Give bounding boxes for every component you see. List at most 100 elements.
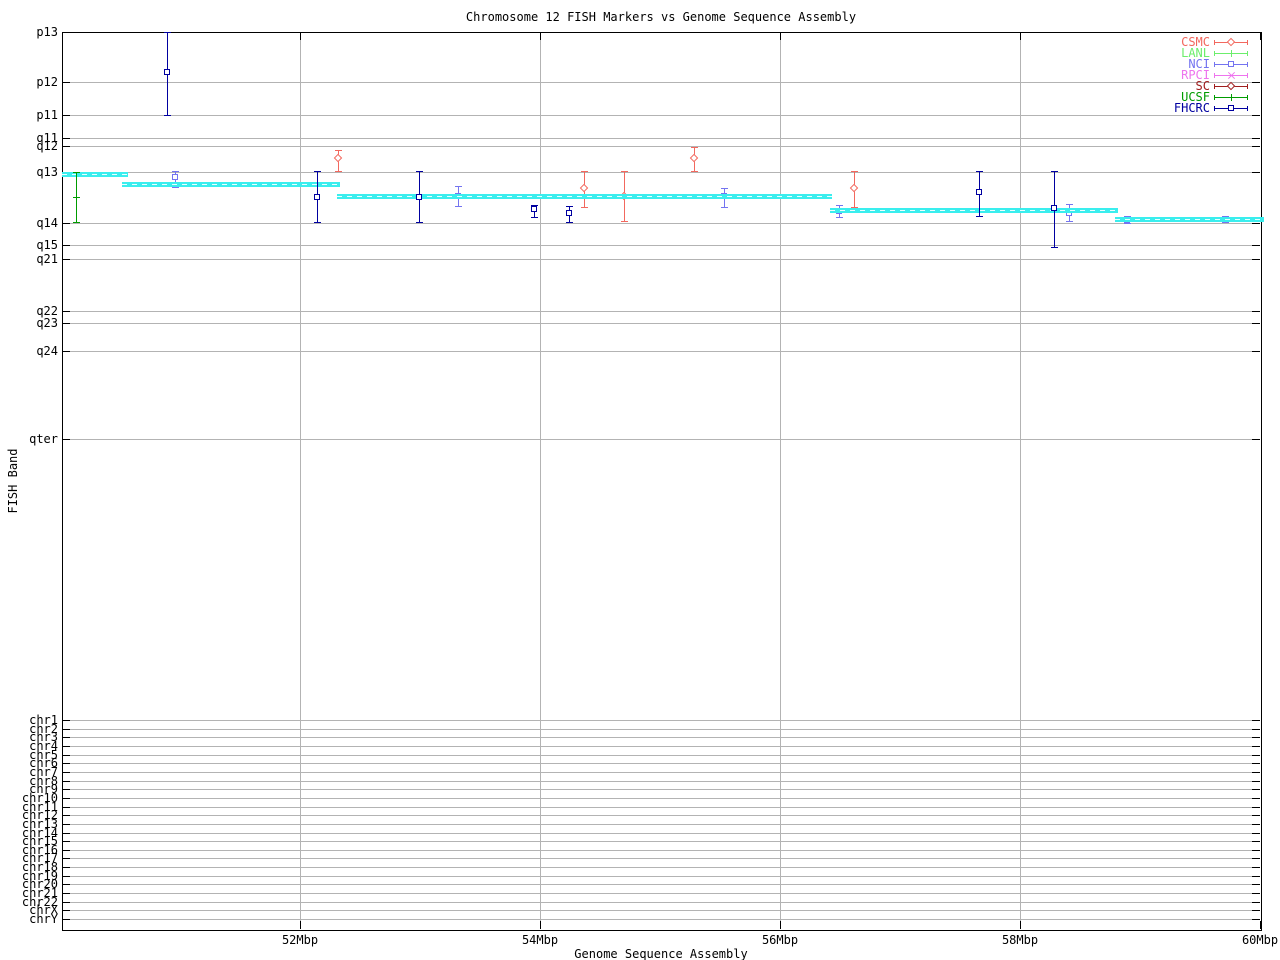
data-point-ucsf-error-cap-bottom — [73, 222, 80, 223]
x-tick-bottom-54Mbp — [540, 921, 541, 929]
y-tick-label-q12: q12 — [36, 139, 58, 153]
data-point-csmc-error-cap-bottom — [621, 221, 628, 222]
y-tick-left-chr18 — [62, 867, 70, 868]
y-tick-right-chr3 — [1252, 737, 1260, 738]
x-tick-top-56Mbp — [780, 32, 781, 40]
x-tick-top-54Mbp — [540, 32, 541, 40]
y-tick-left-chr10 — [62, 798, 70, 799]
data-point-csmc-error-cap-top — [851, 171, 858, 172]
legend-cap-right-nci — [1247, 62, 1248, 67]
legend-cap-right-sc — [1247, 84, 1248, 89]
data-point-fhcrc-error-cap-bottom — [1051, 247, 1058, 248]
assembly-segment-2 — [122, 182, 340, 187]
data-point-fhcrc-error-cap-top — [1051, 171, 1058, 172]
data-point-csmc-error-cap-bottom — [335, 171, 342, 172]
x-tick-label-58Mbp: 58Mbp — [1001, 933, 1039, 947]
data-point-fhcrc-error-cap-top — [416, 171, 423, 172]
x-tick-label-52Mbp: 52Mbp — [281, 933, 319, 947]
y-tick-right-chr5 — [1252, 755, 1260, 756]
y-tick-label-q13: q13 — [36, 165, 58, 179]
data-point-nci-error-cap-top — [172, 171, 179, 172]
y-tick-left-chrY — [62, 919, 70, 920]
x-tick-label-54Mbp: 54Mbp — [521, 933, 559, 947]
legend-cap-left-lanl — [1214, 51, 1215, 56]
y-tick-left-q12 — [62, 146, 70, 147]
x-tick-bottom-56Mbp — [780, 921, 781, 929]
y-tick-left-q23 — [62, 323, 70, 324]
legend-cap-right-lanl — [1247, 51, 1248, 56]
assembly-segment-dash-1 — [62, 174, 128, 175]
gnuplot-chart: Chromosome 12 FISH Markers vs Genome Seq… — [0, 0, 1280, 960]
y-tick-left-chr5 — [62, 755, 70, 756]
y-tick-right-chr8 — [1252, 781, 1260, 782]
y-tick-right-q14 — [1252, 223, 1260, 224]
y-tick-left-q14 — [62, 223, 70, 224]
data-point-nci-error-cap-top — [1066, 204, 1073, 205]
data-point-fhcrc-marker-square — [566, 210, 572, 216]
y-tick-left-chr11 — [62, 807, 70, 808]
legend-cap-right-ucsf — [1247, 95, 1248, 100]
legend-nci-marker-square — [1228, 61, 1234, 67]
legend-cap-right-rpci — [1247, 73, 1248, 78]
x-tick-top-52Mbp — [300, 32, 301, 40]
y-tick-right-chr14 — [1252, 833, 1260, 834]
y-tick-right-chr10 — [1252, 798, 1260, 799]
assembly-segment-1 — [62, 172, 128, 177]
y-tick-label-q24: q24 — [36, 344, 58, 358]
assembly-segment-4 — [830, 208, 1118, 213]
y-tick-label-p12: p12 — [36, 75, 58, 89]
y-tick-left-q21 — [62, 259, 70, 260]
y-tick-left-chr13 — [62, 824, 70, 825]
data-point-csmc-error-cap-bottom — [581, 207, 588, 208]
y-tick-left-p11 — [62, 115, 70, 116]
y-tick-left-chr16 — [62, 850, 70, 851]
y-tick-label-chrY: chrY — [29, 912, 58, 926]
legend-cap-left-csmc — [1214, 40, 1215, 45]
legend-fhcrc-marker-square — [1228, 105, 1234, 111]
y-tick-left-chr14 — [62, 833, 70, 834]
data-point-fhcrc-error-cap-top — [976, 171, 983, 172]
assembly-segment-dash-2 — [122, 184, 340, 185]
legend-cap-right-csmc — [1247, 40, 1248, 45]
legend-cap-left-ucsf — [1214, 95, 1215, 100]
data-point-nci-error-cap-top — [721, 188, 728, 189]
y-tick-label-p13: p13 — [36, 25, 58, 39]
y-tick-right-chr22 — [1252, 902, 1260, 903]
y-tick-right-chr4 — [1252, 746, 1260, 747]
y-tick-left-q22 — [62, 311, 70, 312]
y-tick-right-q21 — [1252, 259, 1260, 260]
y-tick-left-chr21 — [62, 893, 70, 894]
y-tick-right-p11 — [1252, 115, 1260, 116]
y-tick-left-q15 — [62, 245, 70, 246]
assembly-segment-3 — [337, 194, 832, 199]
y-tick-right-q15 — [1252, 245, 1260, 246]
x-tick-top-58Mbp — [1020, 32, 1021, 40]
data-point-nci-marker-square — [172, 174, 178, 180]
data-point-ucsf-error-cap-top — [73, 172, 80, 173]
y-tick-left-chr7 — [62, 772, 70, 773]
data-point-nci-error-cap-bottom — [721, 207, 728, 208]
y-tick-left-q11 — [62, 138, 70, 139]
y-tick-left-chr8 — [62, 781, 70, 782]
y-tick-label-q21: q21 — [36, 252, 58, 266]
legend-ucsf-marker-plus-v — [1231, 94, 1232, 101]
data-point-nci-error-cap-bottom — [1124, 223, 1131, 224]
y-tick-right-chr16 — [1252, 850, 1260, 851]
y-tick-right-p13 — [1252, 32, 1260, 33]
legend-lanl-marker-plus-v — [1231, 50, 1232, 57]
assembly-segment-dash-4 — [830, 210, 1118, 211]
y-tick-right-chr12 — [1252, 815, 1260, 816]
y-tick-right-chr11 — [1252, 807, 1260, 808]
data-point-fhcrc-error-cap-bottom — [314, 222, 321, 223]
x-tick-bottom-58Mbp — [1020, 921, 1021, 929]
data-point-csmc-error-cap-top — [621, 171, 628, 172]
y-tick-left-chrX — [62, 910, 70, 911]
y-tick-left-chr1 — [62, 720, 70, 721]
y-tick-right-chr2 — [1252, 729, 1260, 730]
y-tick-right-p12 — [1252, 82, 1260, 83]
data-point-ucsf-marker-plus-v — [76, 194, 77, 201]
y-tick-left-chr12 — [62, 815, 70, 816]
data-point-csmc-error-cap-top — [335, 150, 342, 151]
y-tick-right-chr21 — [1252, 893, 1260, 894]
y-tick-right-chr7 — [1252, 772, 1260, 773]
